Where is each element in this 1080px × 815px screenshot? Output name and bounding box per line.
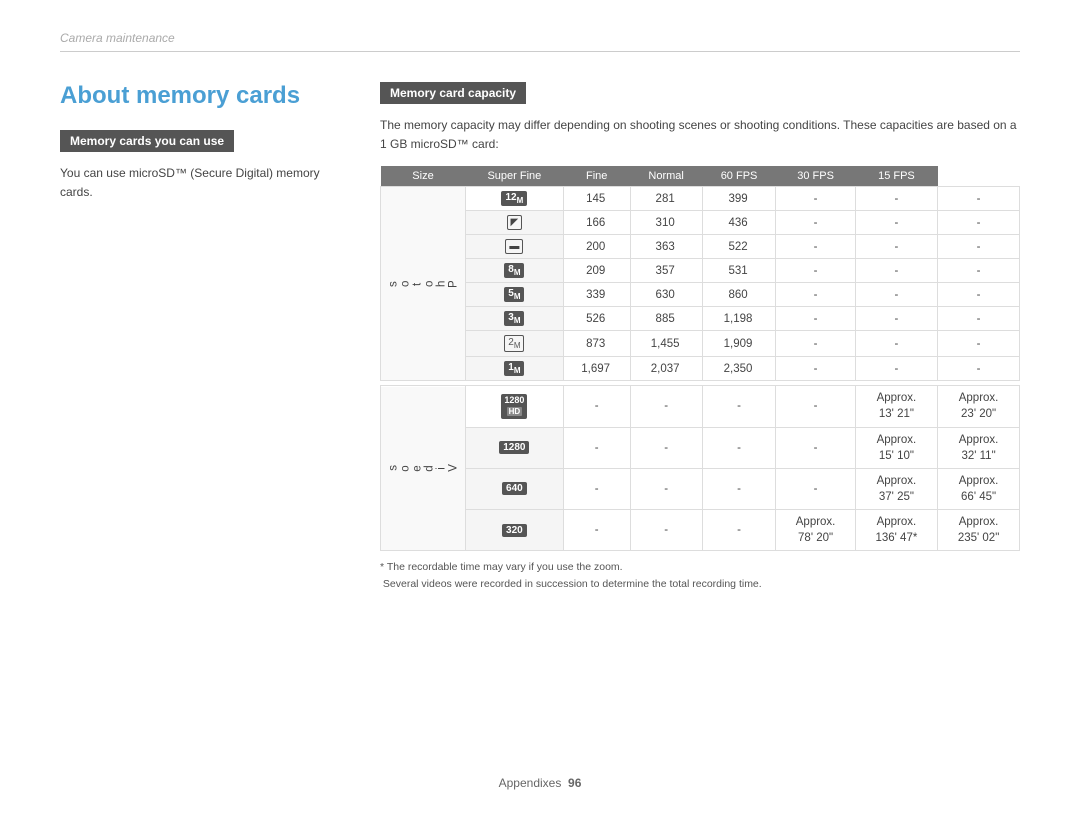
photos-group-label: Photos: [381, 187, 466, 381]
breadcrumb-bar: Camera maintenance: [60, 30, 1020, 52]
table-row: ▬ 200 363 522 - - -: [381, 235, 1020, 259]
table-row: 1M 1,697 2,037 2,350 - - -: [381, 357, 1020, 381]
section-header-memory-cards: Memory cards you can use: [60, 130, 234, 152]
footnote-2: Several videos were recorded in successi…: [380, 576, 1020, 593]
size-icon-2m: 2M: [504, 335, 524, 352]
size-icon-12m: 12M: [501, 191, 527, 206]
right-column: Memory card capacity The memory capacity…: [380, 82, 1020, 593]
col-header-normal: Normal: [630, 166, 702, 187]
size-icon-8m: 8M: [504, 263, 524, 278]
size-icon-5m: 5M: [504, 287, 524, 302]
size-cell: 12M: [466, 187, 564, 211]
table-row: 640 - - - - Approx.37' 25" Approx.66' 45…: [381, 468, 1020, 509]
size-icon-640: 640: [502, 482, 527, 495]
table-row: Videos 1280HD - - - - Approx.13' 21" App…: [381, 386, 1020, 427]
size-cell: 640: [466, 468, 564, 509]
size-icon-wide: ◤: [507, 215, 523, 230]
size-cell: 1280: [466, 427, 564, 468]
size-cell: 320: [466, 509, 564, 550]
left-column: About memory cards Memory cards you can …: [60, 82, 340, 593]
size-icon-1280: 1280: [499, 441, 529, 454]
val-sf: 145: [563, 187, 630, 211]
table-row: 5M 339 630 860 - - -: [381, 283, 1020, 307]
table-row: Photos 12M 145 281 399 - - -: [381, 187, 1020, 211]
size-icon-rect: ▬: [505, 239, 523, 254]
size-icon-320: 320: [502, 524, 527, 537]
table-row: 1280 - - - - Approx.15' 10" Approx.32' 1…: [381, 427, 1020, 468]
footnote-1: * The recordable time may vary if you us…: [380, 559, 1020, 576]
table-row: 320 - - - Approx.78' 20" Approx.136' 47*…: [381, 509, 1020, 550]
memory-cards-body: You can use microSD™ (Secure Digital) me…: [60, 164, 340, 202]
size-cell: ◤: [466, 211, 564, 235]
capacity-table: Size Super Fine Fine Normal 60 FPS 30 FP…: [380, 166, 1020, 551]
videos-group-label: Videos: [381, 386, 466, 551]
size-cell: 5M: [466, 283, 564, 307]
capacity-intro: The memory capacity may differ depending…: [380, 116, 1020, 154]
size-icon-1m: 1M: [504, 361, 524, 376]
table-row: ◤ 166 310 436 - - -: [381, 211, 1020, 235]
col-header-15fps: 15 FPS: [855, 166, 937, 187]
size-cell: 8M: [466, 259, 564, 283]
footer-label: Appendixes: [499, 776, 562, 790]
size-icon-3m: 3M: [504, 311, 524, 326]
page-title: About memory cards: [60, 82, 340, 110]
footer: Appendixes 96: [499, 776, 582, 790]
footnotes: * The recordable time may vary if you us…: [380, 559, 1020, 593]
table-row: 2M 873 1,455 1,909 - - -: [381, 331, 1020, 357]
section-header-capacity: Memory card capacity: [380, 82, 526, 104]
table-row: 3M 526 885 1,198 - - -: [381, 307, 1020, 331]
size-icon-1280hd: 1280HD: [501, 394, 527, 419]
size-cell: 1280HD: [466, 386, 564, 427]
col-header-60fps: 60 FPS: [702, 166, 776, 187]
size-cell: 2M: [466, 331, 564, 357]
col-header-size: Size: [381, 166, 466, 187]
size-cell: 1M: [466, 357, 564, 381]
col-header-fine: Fine: [563, 166, 630, 187]
col-header-superfine: Super Fine: [466, 166, 564, 187]
table-row: 8M 209 357 531 - - -: [381, 259, 1020, 283]
page-number: 96: [568, 776, 581, 790]
size-cell: ▬: [466, 235, 564, 259]
breadcrumb: Camera maintenance: [60, 31, 175, 45]
size-cell: 3M: [466, 307, 564, 331]
col-header-30fps: 30 FPS: [776, 166, 855, 187]
